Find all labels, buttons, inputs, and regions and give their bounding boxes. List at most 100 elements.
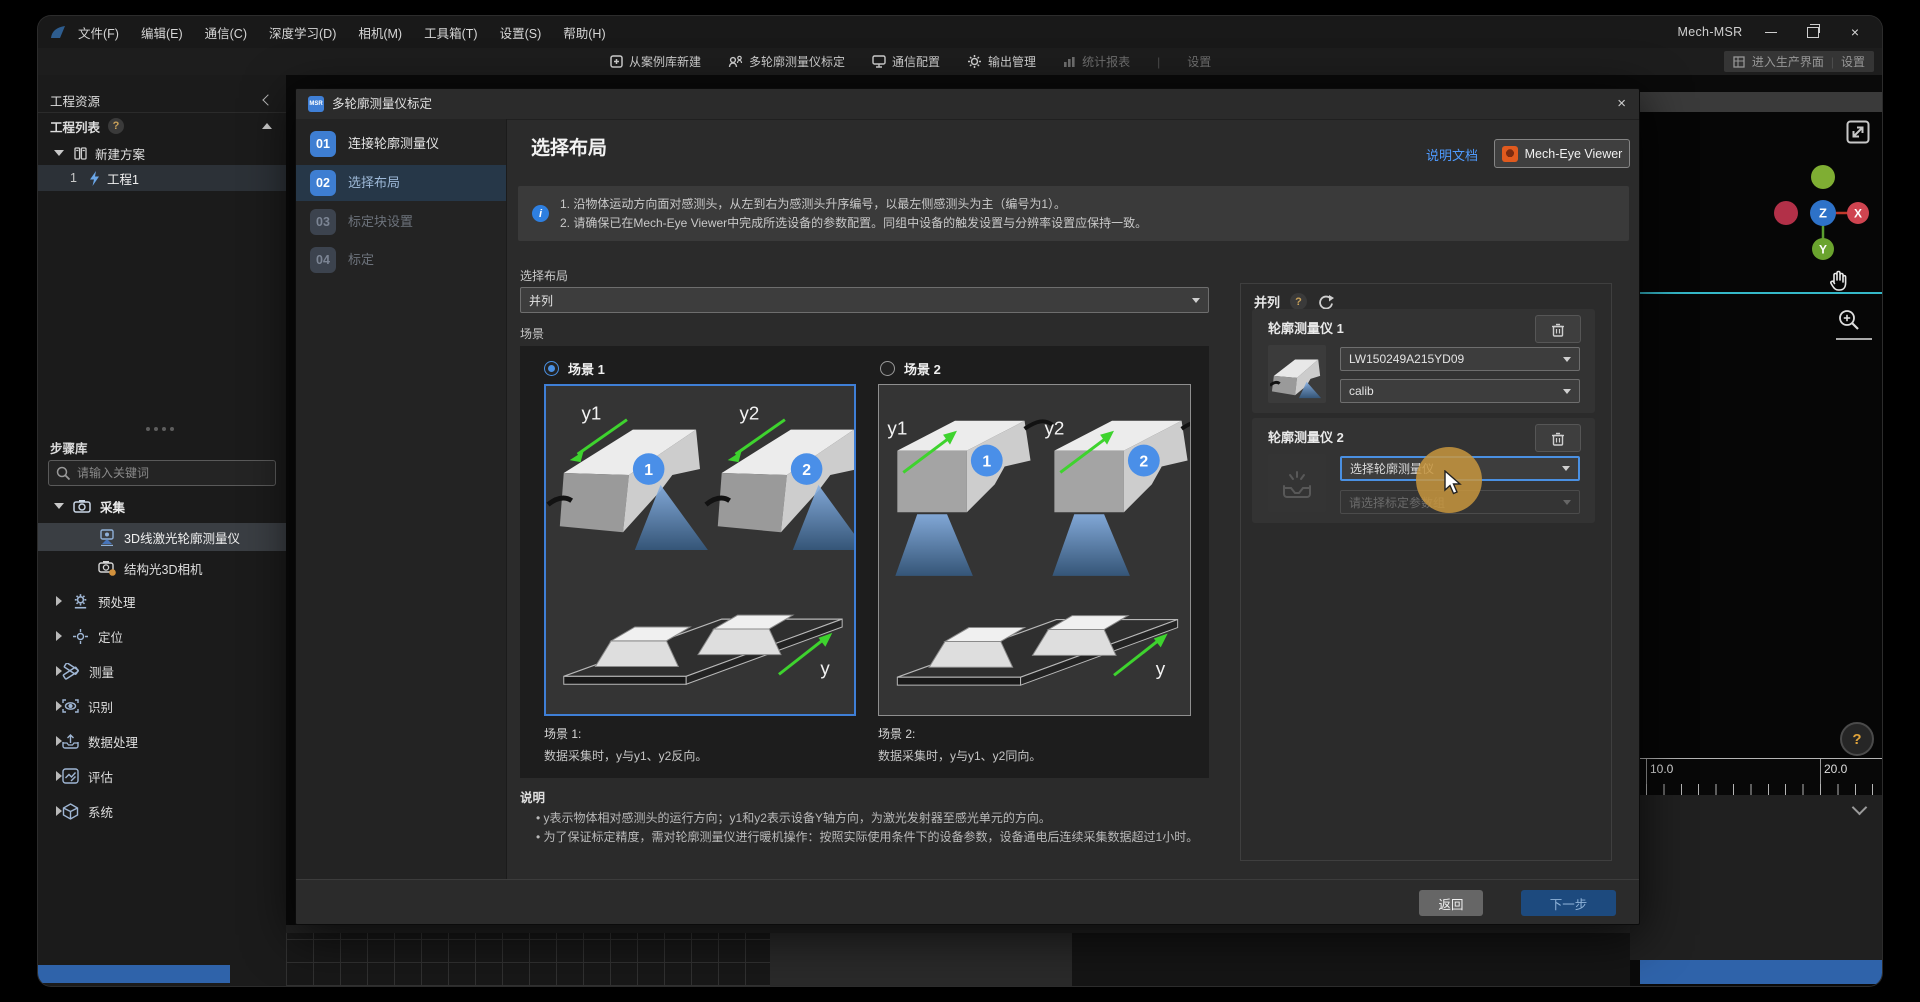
splitter-handle[interactable] (146, 427, 150, 431)
refresh-icon[interactable] (1317, 294, 1334, 310)
layout-select[interactable]: 并列 (520, 287, 1209, 313)
fullscreen-button[interactable] (1846, 120, 1870, 144)
bottom-panel-dark (1072, 933, 1630, 986)
step-calibration-block[interactable]: 03 标定块设置 (296, 205, 506, 239)
profiler2-delete-button[interactable] (1535, 424, 1581, 452)
sidebar-item-structured-light-camera[interactable]: 结构光3D相机 (38, 555, 286, 581)
communication-config-label: 通信配置 (892, 53, 940, 70)
step-calibrate[interactable]: 04 标定 (296, 243, 506, 277)
sidebar-item-preprocessing[interactable]: 预处理 (38, 587, 286, 615)
back-button[interactable]: 返回 (1419, 890, 1483, 916)
statistics-report-label: 统计报表 (1082, 53, 1130, 70)
step-label: 标定 (348, 243, 374, 277)
profiler1-param-select[interactable]: calib (1340, 379, 1580, 403)
expand-icon[interactable] (56, 631, 62, 641)
multi-profiler-calibration-button[interactable]: 多轮廓测量仪标定 (728, 53, 845, 70)
system-label: 系统 (88, 802, 113, 821)
search-input[interactable] (48, 460, 276, 486)
doc-link[interactable]: 说明文档 (1426, 145, 1478, 164)
info-line-2: 2. 请确保已在Mech-Eye Viewer中完成所选设备的参数配置。同组中设… (560, 214, 1610, 233)
menu-settings[interactable]: 设置(S) (490, 23, 552, 42)
toolbar-center: 从案例库新建 多轮廓测量仪标定 通信配置 输出管理 统计报表 | 设置 (610, 48, 1211, 75)
menu-toolbox[interactable]: 工具箱(T) (414, 23, 487, 42)
scene1-radio-row[interactable]: 场景 1 (544, 359, 605, 378)
sidebar: 工程资源 工程列表 ? 新建方案 1 工程1 步骤库 采集 (38, 75, 287, 986)
project-index: 1 (70, 171, 77, 185)
next-button[interactable]: 下一步 (1521, 890, 1616, 916)
output-management-button[interactable]: 输出管理 (967, 53, 1036, 70)
menu-edit[interactable]: 编辑(E) (131, 23, 193, 42)
profiler-thumb-icon (1270, 347, 1324, 401)
dialog-close-button[interactable]: × (1617, 95, 1626, 112)
empty-inbox-icon (1277, 463, 1317, 503)
pan-tool-button[interactable] (1828, 269, 1850, 298)
viewport-header-strip (1630, 92, 1882, 112)
collapse-list-icon[interactable] (262, 123, 272, 129)
tree-item-solution[interactable]: 新建方案 (38, 141, 286, 165)
sidebar-item-locating[interactable]: 定位 (38, 622, 286, 650)
sidebar-item-measurement[interactable]: 测量 (38, 657, 286, 685)
project-list-help-icon[interactable]: ? (108, 118, 124, 134)
expand-icon[interactable] (56, 596, 62, 606)
profiler1-device-select[interactable]: LW150249A215YD09 (1340, 347, 1580, 371)
measure-icon (62, 663, 80, 680)
axis-gizmo[interactable]: X Y Z (1768, 156, 1878, 268)
viewport-help-button[interactable]: ? (1840, 722, 1874, 756)
tree-item-project[interactable]: 1 工程1 (38, 165, 286, 191)
tree-expand-icon[interactable] (54, 150, 64, 156)
new-from-case-button[interactable]: 从案例库新建 (610, 53, 701, 70)
step-connect-profilers[interactable]: 01 连接轮廓测量仪 (296, 127, 506, 161)
scene1-radio[interactable] (544, 361, 559, 376)
step-select-layout[interactable]: 02 选择布局 (296, 165, 506, 201)
scene1-caption-title: 场景 1: (544, 725, 581, 742)
scene1-caption: 数据采集时，y与y1、y2反向。 (544, 747, 707, 764)
group-capture[interactable]: 采集 (38, 493, 286, 519)
toolbar-settings-button[interactable]: 设置 (1187, 53, 1211, 70)
maximize-button[interactable] (1792, 16, 1834, 48)
sidebar-item-recognition[interactable]: 识别 (38, 692, 286, 720)
menu-help[interactable]: 帮助(H) (553, 23, 615, 42)
mech-eye-viewer-button[interactable]: Mech-Eye Viewer (1494, 139, 1630, 168)
layout-select-value: 并列 (529, 292, 1192, 309)
hand-icon (1828, 269, 1850, 293)
app-window: 文件(F) 编辑(E) 通信(C) 深度学习(D) 相机(M) 工具箱(T) 设… (38, 16, 1882, 986)
menu-camera[interactable]: 相机(M) (348, 23, 412, 42)
scene2-diagram[interactable]: 1 y1 2 (878, 384, 1191, 716)
capture-group-label: 采集 (100, 497, 125, 516)
sidebar-item-data-processing[interactable]: 数据处理 (38, 727, 286, 755)
enter-production-button[interactable]: 进入生产界面 | 设置 (1724, 51, 1874, 72)
profiler1-delete-button[interactable] (1535, 315, 1581, 343)
step-label: 选择布局 (348, 165, 400, 201)
menu-communication[interactable]: 通信(C) (195, 23, 257, 42)
communication-config-button[interactable]: 通信配置 (872, 53, 940, 70)
close-button[interactable]: × (1834, 16, 1876, 48)
dialog-title-bar: MSR 多轮廓测量仪标定 × (296, 89, 1639, 120)
scene1-radio-label: 场景 1 (568, 359, 605, 378)
output-management-label: 输出管理 (988, 53, 1036, 70)
statistics-report-button[interactable]: 统计报表 (1063, 53, 1130, 70)
production-settings-label[interactable]: 设置 (1841, 53, 1865, 70)
sidebar-item-laser-profiler[interactable]: 3D线激光轮廓测量仪 (38, 523, 286, 551)
preprocessing-label: 预处理 (98, 592, 136, 611)
sidebar-item-system[interactable]: 系统 (38, 797, 286, 825)
measurement-label: 测量 (89, 662, 114, 681)
toolbar-settings-label: 设置 (1187, 53, 1211, 70)
menu-deep-learning[interactable]: 深度学习(D) (259, 23, 346, 42)
group-help-icon[interactable]: ? (1290, 293, 1307, 310)
zoom-tool-button[interactable] (1837, 308, 1861, 337)
profiler-card-1: 轮廓测量仪 1 LW150249A215YD09 (1252, 309, 1595, 413)
profiler1-title: 轮廓测量仪 1 (1268, 318, 1344, 337)
scene1-diagram[interactable]: 1 y1 2 (544, 384, 856, 716)
collapse-panel-button[interactable] (1854, 802, 1865, 813)
scene2-radio-row[interactable]: 场景 2 (880, 359, 941, 378)
structured-light-camera-icon (98, 560, 117, 576)
new-from-case-icon (610, 55, 623, 68)
menu-file[interactable]: 文件(F) (68, 23, 129, 42)
capture-expand-icon[interactable] (54, 503, 64, 509)
scene2-radio[interactable] (880, 361, 895, 376)
trash-icon (1551, 431, 1565, 446)
sidebar-item-evaluation[interactable]: 评估 (38, 762, 286, 790)
collapse-panel-icon[interactable] (262, 94, 273, 105)
scene2-caption: 数据采集时，y与y1、y2同向。 (878, 747, 1041, 764)
minimize-button[interactable] (1750, 16, 1792, 48)
